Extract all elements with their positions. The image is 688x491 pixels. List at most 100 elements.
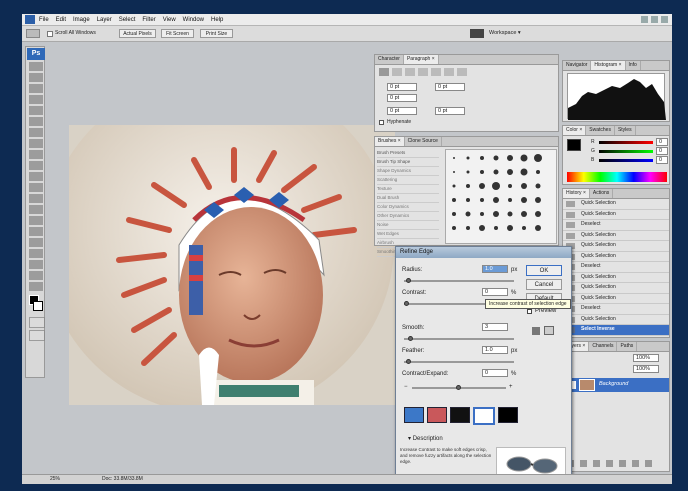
tab-swatches[interactable]: Swatches — [586, 126, 615, 135]
bridge-icon[interactable] — [470, 29, 484, 38]
fill-field[interactable]: 100% — [633, 365, 659, 373]
justify-right-icon[interactable] — [444, 68, 454, 76]
standard-mode-icon[interactable] — [404, 407, 424, 423]
healing-brush-icon[interactable] — [29, 128, 43, 137]
tab-paragraph[interactable]: Paragraph × — [403, 55, 439, 64]
history-state[interactable]: Deselect — [563, 304, 669, 315]
shape-tool-icon[interactable] — [29, 249, 43, 258]
brush-setting[interactable]: Noise — [377, 221, 439, 230]
document-canvas[interactable] — [69, 125, 395, 405]
menu-view[interactable]: View — [163, 17, 176, 23]
brush-setting[interactable]: Brush Presets — [377, 149, 439, 158]
history-state[interactable]: Quick Selection — [563, 252, 669, 262]
scroll-all-checkbox[interactable] — [47, 31, 53, 37]
hand-icon[interactable] — [544, 326, 554, 335]
quick-selection-tool-icon[interactable] — [29, 95, 43, 104]
tab-history[interactable]: History × — [563, 189, 590, 198]
cancel-button[interactable]: Cancel — [526, 279, 562, 290]
align-left-icon[interactable] — [379, 68, 389, 76]
align-right-icon[interactable] — [405, 68, 415, 76]
red-value[interactable]: 0 — [656, 138, 668, 146]
zoom-level[interactable]: 25% — [50, 476, 60, 482]
contrast-field[interactable]: 0 — [482, 288, 508, 296]
blue-slider[interactable] — [599, 159, 653, 162]
indent-right-field[interactable]: 0 pt — [435, 83, 465, 91]
ok-button[interactable]: OK — [526, 265, 562, 276]
justify-center-icon[interactable] — [431, 68, 441, 76]
history-state[interactable]: Quick Selection — [563, 241, 669, 252]
brush-tool-icon[interactable] — [29, 139, 43, 148]
menu-help[interactable]: Help — [211, 17, 223, 23]
path-selection-icon[interactable] — [29, 238, 43, 247]
blue-value[interactable]: 0 — [656, 156, 668, 164]
tab-channels[interactable]: Channels — [589, 342, 618, 351]
history-state[interactable]: Quick Selection — [563, 210, 669, 220]
quick-mask-icon[interactable] — [29, 317, 45, 328]
fit-screen-button[interactable]: Fit Screen — [161, 29, 194, 38]
feather-slider-knob[interactable] — [406, 359, 411, 364]
brush-setting[interactable]: Shape Dynamics — [377, 167, 439, 176]
brush-setting[interactable]: Texture — [377, 185, 439, 194]
space-before-field[interactable]: 0 pt — [387, 107, 417, 115]
zoom-tool-icon[interactable] — [26, 29, 40, 38]
menu-window[interactable]: Window — [183, 17, 204, 23]
brush-setting[interactable]: Brush Tip Shape — [377, 158, 439, 167]
eraser-tool-icon[interactable] — [29, 172, 43, 181]
move-tool-icon[interactable] — [29, 62, 43, 71]
dodge-tool-icon[interactable] — [29, 205, 43, 214]
menu-edit[interactable]: Edit — [56, 17, 66, 23]
print-size-button[interactable]: Print Size — [200, 29, 233, 38]
opacity-field[interactable]: 100% — [633, 354, 659, 362]
zoom-icon[interactable] — [532, 327, 540, 335]
menu-select[interactable]: Select — [119, 17, 136, 23]
history-state[interactable]: Deselect — [563, 262, 669, 273]
tab-navigator[interactable]: Navigator — [563, 61, 592, 70]
align-center-icon[interactable] — [392, 68, 402, 76]
zoom-tool-icon[interactable] — [29, 282, 43, 291]
indent-left-field[interactable]: 0 pt — [387, 83, 417, 91]
red-slider[interactable] — [599, 141, 653, 144]
crop-tool-icon[interactable] — [29, 106, 43, 115]
description-toggle[interactable]: ▾ Description — [408, 435, 443, 442]
screen-mode-icon[interactable] — [29, 330, 45, 341]
color-ramp[interactable] — [567, 172, 667, 182]
radius-slider-knob[interactable] — [406, 278, 411, 283]
brush-tip-grid[interactable] — [445, 149, 557, 244]
layer-row-background[interactable]: Background — [565, 378, 669, 392]
brush-setting[interactable]: Color Dynamics — [377, 203, 439, 212]
adjustment-icon[interactable] — [606, 460, 613, 467]
eyedropper-tool-icon[interactable] — [29, 117, 43, 126]
preview-checkbox[interactable] — [527, 309, 532, 314]
smooth-slider[interactable] — [404, 338, 514, 340]
smooth-field[interactable]: 3 — [482, 323, 508, 331]
foreground-swatch[interactable] — [567, 139, 581, 151]
tab-histogram[interactable]: Histogram × — [591, 61, 626, 70]
hand-tool-icon[interactable] — [29, 271, 43, 280]
justify-left-icon[interactable] — [418, 68, 428, 76]
justify-all-icon[interactable] — [457, 68, 467, 76]
blur-tool-icon[interactable] — [29, 194, 43, 203]
type-tool-icon[interactable] — [29, 227, 43, 236]
lasso-tool-icon[interactable] — [29, 84, 43, 93]
close-button[interactable] — [661, 16, 668, 23]
actual-pixels-button[interactable]: Actual Pixels — [119, 29, 156, 38]
quick-mask-mode-icon[interactable] — [427, 407, 447, 423]
history-state-selected[interactable]: Select Inverse — [563, 325, 669, 336]
history-state[interactable]: Deselect — [563, 220, 669, 231]
history-state[interactable]: Quick Selection — [563, 283, 669, 294]
menu-image[interactable]: Image — [73, 17, 90, 23]
menu-filter[interactable]: Filter — [142, 17, 155, 23]
3d-rotate-icon[interactable] — [29, 260, 43, 269]
history-brush-icon[interactable] — [29, 161, 43, 170]
workspace-menu[interactable]: Workspace ▾ — [489, 30, 521, 36]
brush-setting[interactable]: Other Dynamics — [377, 212, 439, 221]
tab-brushes[interactable]: Brushes × — [375, 137, 405, 146]
on-black-mode-icon[interactable] — [450, 407, 470, 423]
contract-expand-knob[interactable] — [456, 385, 461, 390]
space-after-field[interactable]: 0 pt — [435, 107, 465, 115]
feather-field[interactable]: 1.0 — [482, 346, 508, 354]
indent-first-field[interactable]: 0 pt — [387, 94, 417, 102]
contract-expand-field[interactable]: 0 — [482, 369, 508, 377]
mask-icon[interactable] — [593, 460, 600, 467]
tab-paths[interactable]: Paths — [617, 342, 638, 351]
